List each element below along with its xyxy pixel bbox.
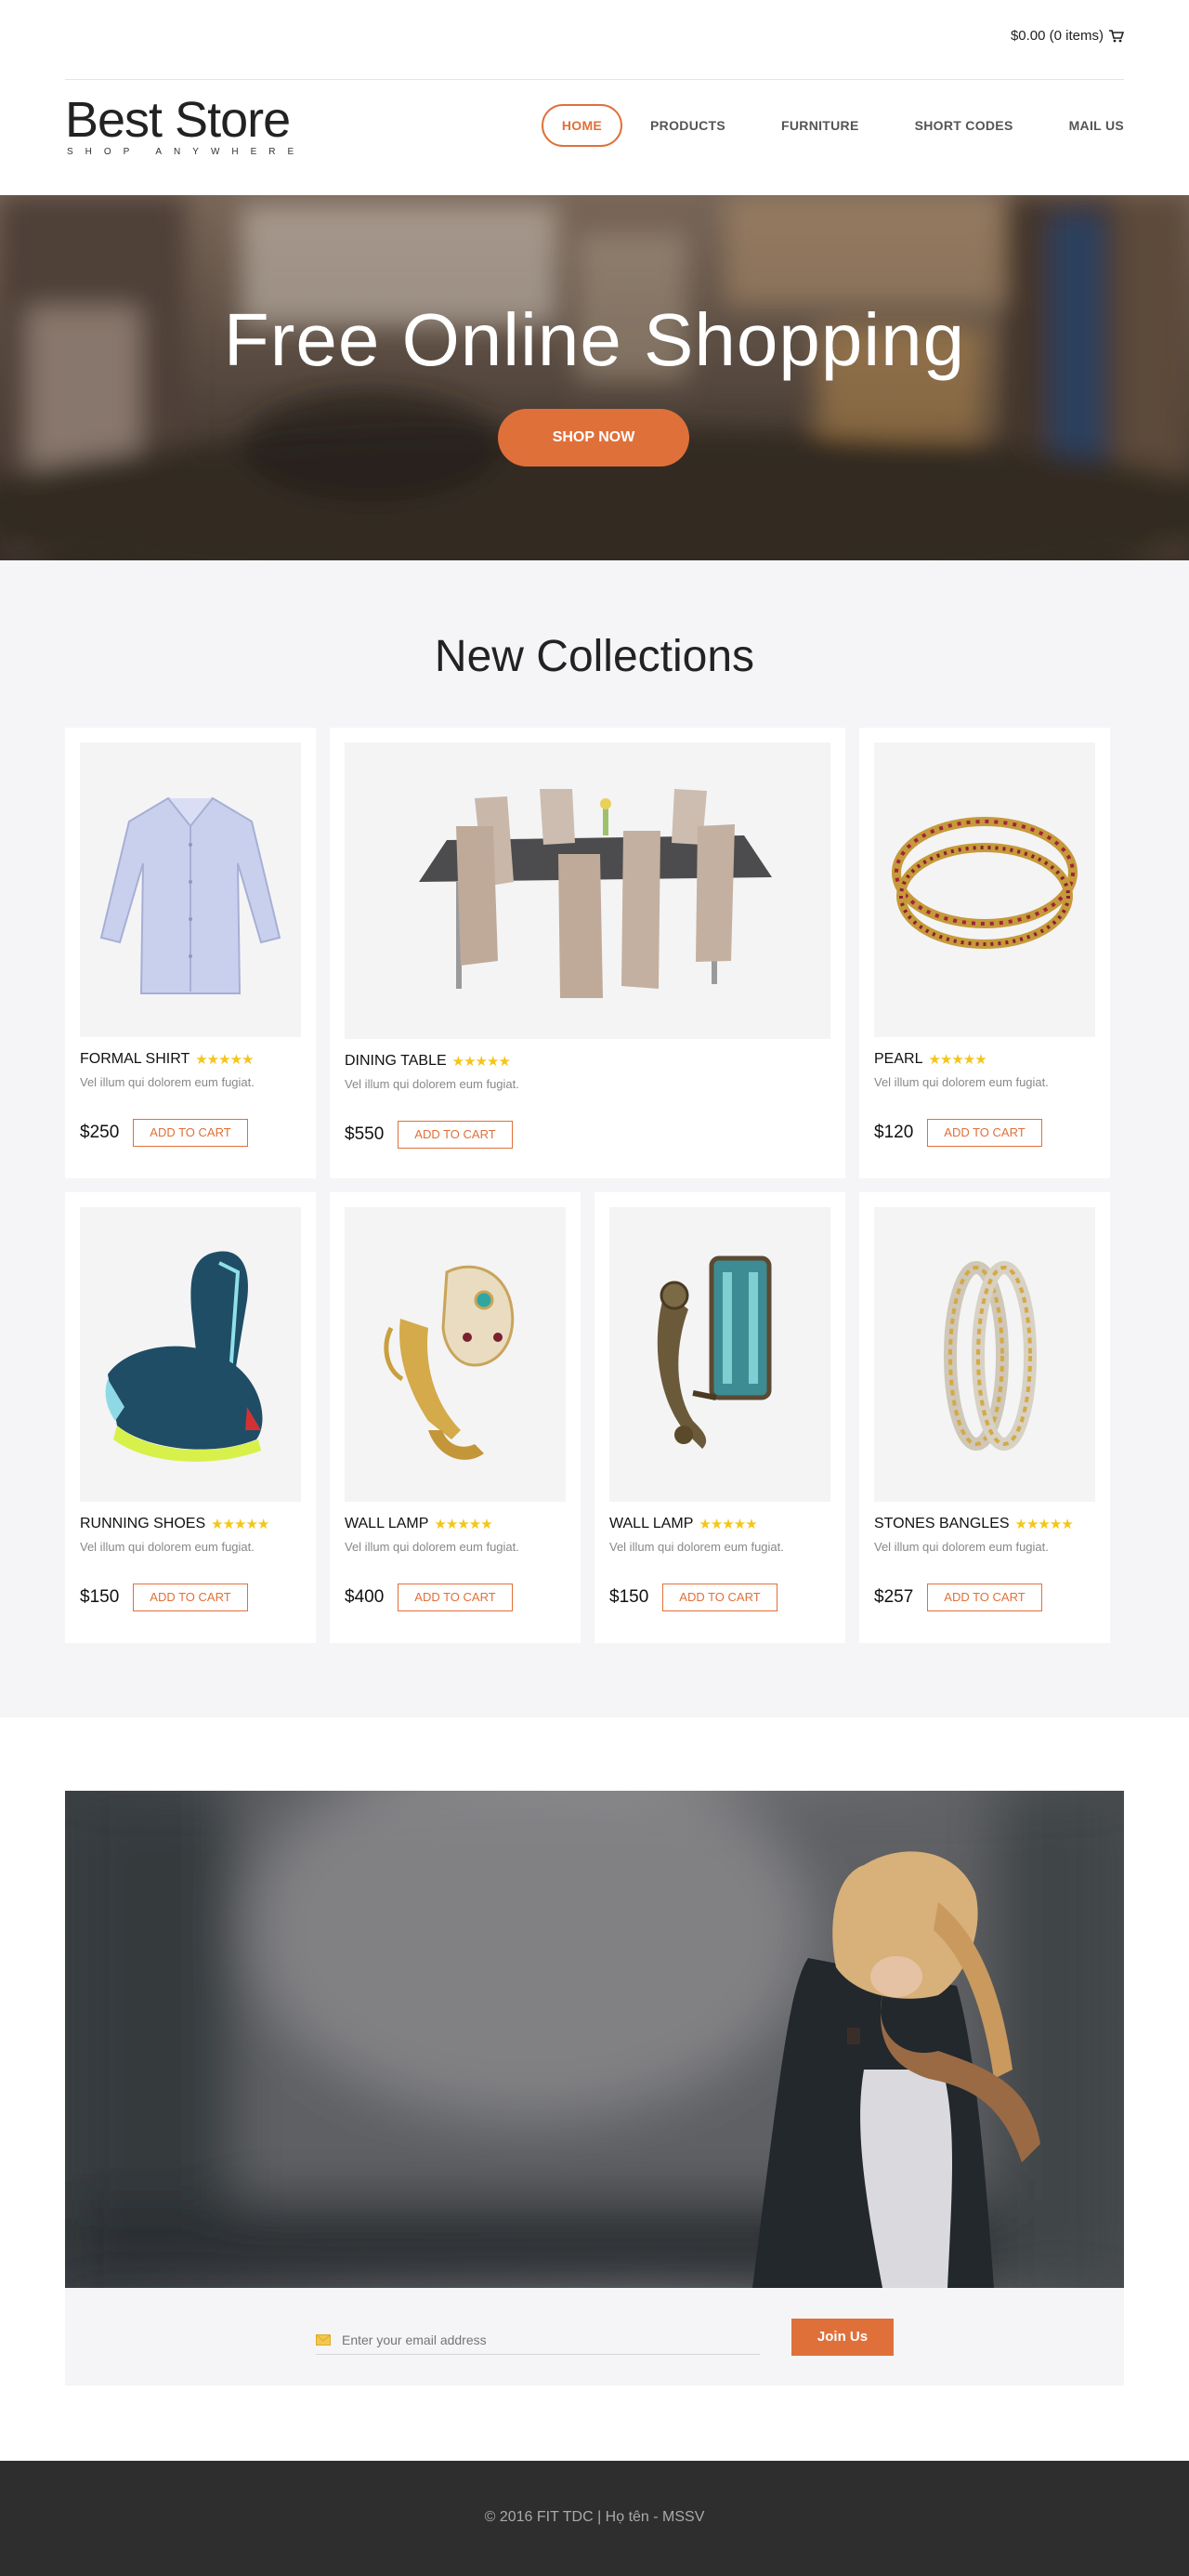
shop-now-button[interactable]: SHOP NOW: [498, 409, 689, 467]
hero-banner: Free Online Shopping SHOP NOW: [0, 195, 1189, 560]
promo-banner-image: [65, 1791, 1124, 2288]
logo-tagline: SHOP ANYWHERE: [67, 147, 307, 157]
logo-title: Best Store: [65, 92, 291, 148]
rating-stars-icon: ★★★★★: [928, 1052, 986, 1068]
woman-photo-illustration: [65, 1791, 1124, 2288]
rating-stars-icon: ★★★★★: [434, 1517, 492, 1532]
product-desc: Vel illum qui dolorem eum fugiat.: [609, 1540, 784, 1554]
nav-products[interactable]: PRODUCTS: [622, 104, 753, 147]
nav-mail-us[interactable]: MAIL US: [1041, 104, 1124, 147]
product-desc: Vel illum qui dolorem eum fugiat.: [80, 1540, 255, 1554]
product-price: $120: [874, 1123, 914, 1142]
product-image-dining-table[interactable]: [345, 743, 830, 1039]
rating-stars-icon: ★★★★★: [211, 1517, 269, 1532]
add-to-cart-button[interactable]: ADD TO CART: [398, 1121, 513, 1149]
product-card-wall-lamp-2[interactable]: WALL LAMP ★★★★★ Vel illum qui dolorem eu…: [594, 1192, 845, 1643]
product-name-row: FORMAL SHIRT ★★★★★: [80, 1051, 254, 1068]
cart-text: $0.00 (0 items): [1010, 28, 1104, 44]
product-name-row: RUNNING SHOES ★★★★★: [80, 1516, 269, 1532]
product-desc: Vel illum qui dolorem eum fugiat.: [345, 1540, 519, 1554]
product-name: FORMAL SHIRT: [80, 1051, 190, 1067]
product-desc: Vel illum qui dolorem eum fugiat.: [80, 1075, 255, 1089]
product-image-bangles[interactable]: [874, 1207, 1095, 1502]
envelope-icon: [316, 2333, 331, 2346]
newsletter-bar: Join Us: [65, 2288, 1124, 2385]
product-image-wall-lamp[interactable]: [345, 1207, 566, 1502]
section-title: New Collections: [434, 632, 755, 681]
nav-home[interactable]: HOME: [541, 104, 623, 147]
product-card-dining-table[interactable]: DINING TABLE ★★★★★ Vel illum qui dolorem…: [330, 728, 845, 1178]
product-name-row: STONES BANGLES ★★★★★: [874, 1516, 1074, 1532]
main-nav: HOME PRODUCTS FURNITURE SHORT CODES MAIL…: [541, 104, 1124, 147]
bangles-illustration: [944, 1261, 1037, 1451]
email-input[interactable]: [342, 2332, 732, 2347]
product-image-wall-lamp-2[interactable]: [609, 1207, 830, 1502]
shoes-illustration: [105, 1251, 263, 1462]
product-card-running-shoes[interactable]: RUNNING SHOES ★★★★★ Vel illum qui dolore…: [65, 1192, 316, 1643]
rating-stars-icon: ★★★★★: [1014, 1517, 1074, 1532]
cart-summary[interactable]: $0.00 (0 items): [1011, 28, 1124, 44]
product-name: WALL LAMP: [345, 1516, 429, 1531]
add-to-cart-button[interactable]: ADD TO CART: [662, 1584, 777, 1611]
product-desc: Vel illum qui dolorem eum fugiat.: [874, 1075, 1049, 1089]
product-price: $257: [874, 1587, 914, 1607]
add-to-cart-button[interactable]: ADD TO CART: [133, 1584, 248, 1611]
product-price: $150: [609, 1587, 649, 1607]
wall-lamp-illustration: [384, 1265, 515, 1460]
pearl-anklet-illustration: [892, 817, 1078, 949]
product-name: PEARL: [874, 1051, 923, 1067]
product-price: $150: [80, 1587, 120, 1607]
product-price: $400: [345, 1587, 385, 1607]
new-collections-section: New Collections FORMAL SHIRT ★★★★★ Vel i…: [0, 560, 1189, 1717]
product-name: RUNNING SHOES: [80, 1516, 206, 1531]
add-to-cart-button[interactable]: ADD TO CART: [398, 1584, 513, 1611]
dining-table-illustration: [419, 789, 772, 998]
footer-copyright: © 2016 FIT TDC | Họ tên - MSSV: [484, 2509, 705, 2525]
shopping-cart-icon: [1109, 29, 1124, 42]
product-name-row: WALL LAMP ★★★★★: [609, 1516, 758, 1532]
footer: © 2016 FIT TDC | Họ tên - MSSV: [0, 2461, 1189, 2576]
product-desc: Vel illum qui dolorem eum fugiat.: [345, 1077, 519, 1091]
product-image-shoes[interactable]: [80, 1207, 301, 1502]
nav-short-codes[interactable]: SHORT CODES: [887, 104, 1041, 147]
product-name-row: PEARL ★★★★★: [874, 1051, 987, 1068]
top-bar: $0.00 (0 items): [65, 0, 1124, 80]
product-card-stones-bangles[interactable]: STONES BANGLES ★★★★★ Vel illum qui dolor…: [859, 1192, 1110, 1643]
store-logo[interactable]: Best Store SHOP ANYWHERE: [65, 95, 306, 157]
email-field-wrapper: [316, 2325, 760, 2355]
product-name-row: DINING TABLE ★★★★★: [345, 1053, 511, 1070]
product-name-row: WALL LAMP ★★★★★: [345, 1516, 493, 1532]
product-image-shirt[interactable]: [80, 743, 301, 1037]
rating-stars-icon: ★★★★★: [699, 1517, 757, 1532]
rating-stars-icon: ★★★★★: [195, 1052, 254, 1068]
hero-title: Free Online Shopping: [223, 298, 966, 381]
nav-furniture[interactable]: FURNITURE: [753, 104, 887, 147]
add-to-cart-button[interactable]: ADD TO CART: [133, 1119, 248, 1147]
product-desc: Vel illum qui dolorem eum fugiat.: [874, 1540, 1049, 1554]
add-to-cart-button[interactable]: ADD TO CART: [927, 1119, 1042, 1147]
shirt-illustration: [99, 796, 281, 994]
product-card-pearl[interactable]: PEARL ★★★★★ Vel illum qui dolorem eum fu…: [859, 728, 1110, 1178]
product-card-formal-shirt[interactable]: FORMAL SHIRT ★★★★★ Vel illum qui dolorem…: [65, 728, 316, 1178]
rating-stars-icon: ★★★★★: [451, 1054, 511, 1070]
product-name: DINING TABLE: [345, 1053, 447, 1069]
product-card-wall-lamp[interactable]: WALL LAMP ★★★★★ Vel illum qui dolorem eu…: [330, 1192, 581, 1643]
product-name: STONES BANGLES: [874, 1516, 1010, 1531]
wall-lamp-2-illustration: [657, 1255, 772, 1449]
product-name: WALL LAMP: [609, 1516, 694, 1531]
product-image-pearl[interactable]: [874, 743, 1095, 1037]
product-price: $250: [80, 1123, 120, 1142]
add-to-cart-button[interactable]: ADD TO CART: [927, 1584, 1042, 1611]
product-price: $550: [345, 1124, 385, 1144]
join-us-button[interactable]: Join Us: [791, 2319, 894, 2356]
